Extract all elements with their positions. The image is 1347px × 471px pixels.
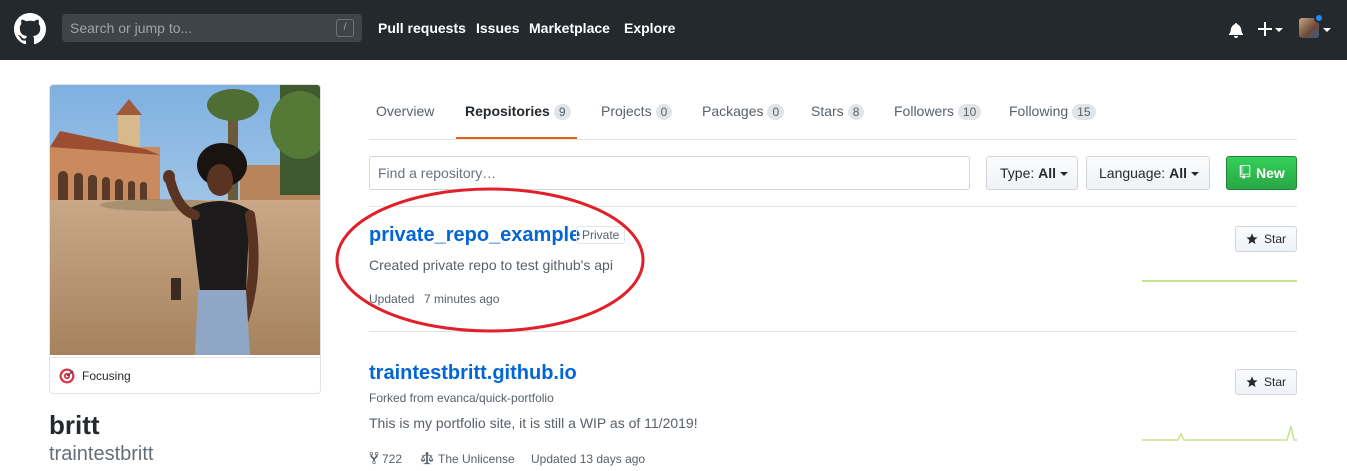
forked-from-text: Forked from evanca/quick-portfolio xyxy=(369,391,554,405)
tab-label: Following xyxy=(1009,103,1069,119)
tab-label: Stars xyxy=(811,103,844,119)
tab-count: 0 xyxy=(655,104,673,120)
repo-description: Created private repo to test github's ap… xyxy=(369,257,613,273)
status-row[interactable]: Focusing xyxy=(50,357,320,393)
tab-count: 9 xyxy=(553,104,571,120)
star-icon xyxy=(1246,376,1258,388)
chevron-down-icon xyxy=(1060,172,1069,177)
tab-label: Packages xyxy=(702,103,764,119)
nav-pull-requests[interactable]: Pull requests xyxy=(378,20,466,36)
github-logo-icon[interactable] xyxy=(14,13,46,45)
nav-marketplace[interactable]: Marketplace xyxy=(529,20,610,36)
repo-updated-time: Updated 13 days ago xyxy=(531,452,646,466)
star-button[interactable]: Star xyxy=(1235,226,1297,252)
profile-tabs: Overview Repositories 9 Projects 0 Package… xyxy=(369,84,1297,140)
star-button[interactable]: Star xyxy=(1235,369,1297,395)
tab-projects[interactable]: Projects 0 xyxy=(601,103,673,120)
divider xyxy=(369,331,1297,332)
repo-updated-time: 7 minutes ago xyxy=(424,292,500,306)
chevron-down-icon[interactable] xyxy=(1275,28,1283,32)
language-filter-label: Language: xyxy=(1099,165,1166,181)
fork-count[interactable]: 722 xyxy=(382,452,402,466)
type-filter-label: Type: xyxy=(1000,165,1035,181)
tab-count: 0 xyxy=(767,104,785,120)
license-text: The Unlicense xyxy=(438,452,515,466)
bell-icon[interactable] xyxy=(1228,22,1244,38)
tab-count: 8 xyxy=(847,104,865,120)
profile-photo[interactable] xyxy=(50,85,320,355)
repo-search xyxy=(369,156,970,190)
search-shortcut-key: / xyxy=(336,19,354,37)
repo-icon xyxy=(1239,165,1251,179)
new-repo-button[interactable]: New xyxy=(1226,156,1297,190)
repo-updated-label: Updated xyxy=(369,292,415,306)
notification-dot xyxy=(1314,13,1324,23)
profile-username: traintestbritt xyxy=(49,443,154,465)
tab-label: Repositories xyxy=(465,103,550,119)
activity-sparkline xyxy=(1142,425,1297,441)
repo-description: This is my portfolio site, it is still a… xyxy=(369,415,698,431)
repo-name-link[interactable]: private_repo_example xyxy=(369,224,580,247)
language-filter-dropdown[interactable]: Language: All xyxy=(1086,156,1210,190)
tab-overview[interactable]: Overview xyxy=(376,103,434,119)
status-text: Focusing xyxy=(82,369,131,383)
tab-packages[interactable]: Packages 0 xyxy=(702,103,785,120)
chevron-down-icon[interactable] xyxy=(1323,28,1331,32)
profile-full-name: britt xyxy=(49,410,100,440)
tab-count: 15 xyxy=(1072,104,1096,120)
divider xyxy=(369,206,1297,207)
tab-followers[interactable]: Followers 10 xyxy=(894,103,982,120)
nav-explore[interactable]: Explore xyxy=(624,20,675,36)
global-search: / xyxy=(62,14,362,42)
tab-count: 10 xyxy=(957,104,982,120)
star-button-label: Star xyxy=(1264,232,1287,246)
language-filter-value: All xyxy=(1169,165,1187,181)
target-icon xyxy=(59,368,75,384)
tab-label: Overview xyxy=(376,103,435,119)
tab-following[interactable]: Following 15 xyxy=(1009,103,1096,120)
plus-icon[interactable] xyxy=(1258,22,1272,36)
nav-issues[interactable]: Issues xyxy=(476,20,520,36)
selected-tab-indicator xyxy=(456,137,577,139)
profile-card: Focusing xyxy=(49,84,321,394)
law-icon xyxy=(420,451,434,465)
fork-icon xyxy=(369,451,379,465)
tab-stars[interactable]: Stars 8 xyxy=(811,103,865,120)
new-button-label: New xyxy=(1256,165,1285,181)
repo-search-input[interactable] xyxy=(370,157,969,189)
private-badge: Private xyxy=(576,226,626,244)
tab-repositories[interactable]: Repositories 9 xyxy=(465,103,571,120)
type-filter-value: All xyxy=(1038,165,1057,181)
type-filter-dropdown[interactable]: Type: All xyxy=(986,156,1078,190)
top-header: / Pull requests Issues Marketplace Explo… xyxy=(0,0,1347,60)
star-button-label: Star xyxy=(1264,375,1287,389)
tab-label: Followers xyxy=(894,103,954,119)
repo-name-link[interactable]: traintestbritt.github.io xyxy=(369,362,577,385)
activity-sparkline xyxy=(1142,280,1297,282)
global-search-input[interactable] xyxy=(62,14,332,42)
chevron-down-icon xyxy=(1190,172,1199,177)
star-icon xyxy=(1246,233,1258,245)
tab-label: Projects xyxy=(601,103,652,119)
